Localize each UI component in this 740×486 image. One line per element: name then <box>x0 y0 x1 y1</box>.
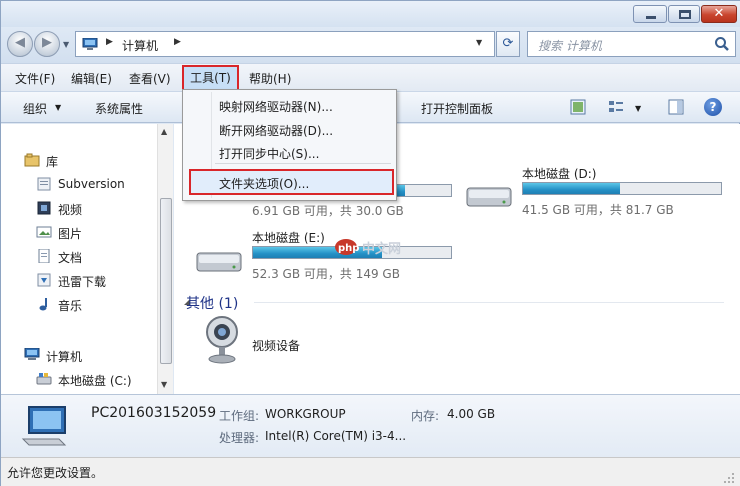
drive-label: 本地磁盘 (E:) <box>252 231 325 245</box>
address-bar[interactable]: ▶ 计算机 ▶ ▼ <box>75 31 495 57</box>
search-input[interactable]: 搜索 计算机 <box>527 31 736 57</box>
watermark: php 中文网 <box>334 236 426 261</box>
organize-button[interactable]: 组织 <box>23 100 47 117</box>
music-library-icon <box>39 298 47 311</box>
tools-dropdown-menu: 映射网络驱动器(N)... 断开网络驱动器(D)... 打开同步中心(S)...… <box>182 89 397 201</box>
memory-label: 内存: <box>411 409 440 423</box>
details-pane: PC201603152059 工作组: WORKGROUP 内存: 4.00 G… <box>1 394 740 457</box>
drive-usage-fill <box>523 183 621 194</box>
menu-separator <box>215 163 391 164</box>
drive-info: 6.91 GB 可用，共 30.0 GB <box>252 204 404 218</box>
help-icon[interactable]: ? <box>704 98 722 116</box>
menu-item-folder-options[interactable]: 文件夹选项(O)... <box>189 169 394 195</box>
webcam-icon[interactable] <box>202 314 242 366</box>
subversion-folder-icon <box>37 177 51 191</box>
breadcrumb-separator[interactable]: ▶ <box>174 37 181 47</box>
menu-item-folder-options-label: 文件夹选项(O)... <box>219 177 310 191</box>
forward-button[interactable]: ▶ <box>34 31 60 57</box>
computer-icon <box>21 406 67 446</box>
title-bar: ✕ <box>1 1 740 27</box>
menu-view[interactable]: 查看(V) <box>129 70 171 87</box>
address-dropdown[interactable]: ▼ <box>476 38 482 47</box>
workgroup-value: WORKGROUP <box>265 407 346 421</box>
nav-computer[interactable]: 计算机 <box>46 348 82 365</box>
scroll-down-icon[interactable]: ▼ <box>161 380 167 389</box>
views-dropdown-icon[interactable]: ▼ <box>635 104 641 113</box>
group-header-other[interactable]: 其他 (1) <box>186 293 238 313</box>
workgroup-label: 工作组: <box>219 409 260 423</box>
close-button[interactable]: ✕ <box>701 5 737 23</box>
preview-pane-icon[interactable] <box>667 98 685 116</box>
open-control-panel-button[interactable]: 打开控制面板 <box>421 100 493 117</box>
memory-value: 4.00 GB <box>447 407 496 421</box>
pictures-library-icon <box>36 226 52 238</box>
menu-help[interactable]: 帮助(H) <box>249 70 291 87</box>
documents-library-icon <box>38 249 50 263</box>
drive-info: 52.3 GB 可用，共 149 GB <box>252 267 400 281</box>
menu-item-map-network-drive[interactable]: 映射网络驱动器(N)... <box>219 98 333 115</box>
computer-icon <box>24 348 40 360</box>
back-arrow-icon: ◀ <box>15 35 25 50</box>
minimize-icon <box>646 16 656 19</box>
explorer-window: ✕ ◀ ▶ ▼ ▶ 计算机 ▶ ▼ ⟳ 搜索 计算机 文件(F) 编辑(E) 查… <box>0 0 740 486</box>
menu-edit[interactable]: 编辑(E) <box>71 70 112 87</box>
forward-arrow-icon: ▶ <box>42 35 52 50</box>
scroll-up-icon[interactable]: ▲ <box>161 127 167 136</box>
nav-scrollbar[interactable]: ▲ ▼ <box>157 124 173 394</box>
system-properties-button[interactable]: 系统属性 <box>95 100 143 117</box>
drive-label: 本地磁盘 (D:) <box>522 167 597 181</box>
back-button[interactable]: ◀ <box>7 31 33 57</box>
breadcrumb-computer[interactable]: 计算机 <box>122 37 158 54</box>
refresh-icon: ⟳ <box>502 36 514 51</box>
computer-icon <box>82 38 98 50</box>
menu-file[interactable]: 文件(F) <box>15 70 55 87</box>
maximize-button[interactable] <box>668 5 700 23</box>
nav-computer-item[interactable]: 本地磁盘 (C:) <box>58 372 132 389</box>
nav-library-item[interactable]: 音乐 <box>58 297 82 314</box>
status-bar: 允许您更改设置。 <box>1 457 740 486</box>
processor-label: 处理器: <box>219 431 260 445</box>
maximize-icon <box>679 10 691 19</box>
drive-usage-bar <box>522 182 722 195</box>
refresh-button[interactable]: ⟳ <box>496 31 520 57</box>
nav-library-item[interactable]: 迅雷下载 <box>58 273 106 290</box>
search-icon[interactable] <box>714 36 730 52</box>
menu-item-disconnect-network-drive[interactable]: 断开网络驱动器(D)... <box>219 122 333 139</box>
watermark-text: 中文网 <box>362 242 402 257</box>
recent-pages-dropdown[interactable]: ▼ <box>63 40 69 49</box>
downloads-library-icon <box>37 273 51 287</box>
processor-value: Intel(R) Core(TM) i3-4... <box>265 429 407 443</box>
close-icon: ✕ <box>713 6 725 21</box>
video-library-icon <box>37 201 51 215</box>
menu-item-open-sync-center[interactable]: 打开同步中心(S)... <box>219 145 319 162</box>
libraries-icon <box>24 153 40 167</box>
pane-layout-icon[interactable] <box>569 98 587 116</box>
change-view-icon[interactable] <box>607 98 625 116</box>
breadcrumb-separator[interactable]: ▶ <box>106 37 113 47</box>
video-device-label[interactable]: 视频设备 <box>252 337 300 354</box>
scroll-thumb[interactable] <box>160 198 172 364</box>
chevron-down-icon: ▼ <box>55 103 62 112</box>
drive-info: 41.5 GB 可用，共 81.7 GB <box>522 203 674 217</box>
status-text: 允许您更改设置。 <box>7 466 104 480</box>
navigation-row: ◀ ▶ ▼ ▶ 计算机 ▶ ▼ ⟳ 搜索 计算机 <box>1 27 740 63</box>
nav-library-item[interactable]: 图片 <box>58 225 82 242</box>
navigation-pane: 库 Subversion 视频 图片 文档 迅雷下载 音乐 计算机 本地磁盘 (… <box>1 124 173 394</box>
menu-bar: 文件(F) 编辑(E) 查看(V) 工具(T) 帮助(H) <box>1 63 740 91</box>
nav-library-item[interactable]: 文档 <box>58 249 82 266</box>
search-placeholder: 搜索 计算机 <box>538 39 602 53</box>
nav-library-item[interactable]: 视频 <box>58 201 82 218</box>
resize-grip-icon[interactable] <box>723 472 735 484</box>
group-divider <box>254 302 724 303</box>
computer-name: PC201603152059 <box>91 405 217 421</box>
nav-libraries[interactable]: 库 <box>46 153 58 170</box>
menu-tools[interactable]: 工具(T) <box>182 65 239 91</box>
minimize-button[interactable] <box>633 5 667 23</box>
hard-drive-icon <box>196 252 242 272</box>
hard-drive-icon <box>466 187 512 207</box>
svg-text:php: php <box>338 243 359 254</box>
nav-library-item[interactable]: Subversion <box>58 177 125 191</box>
local-disk-icon <box>36 373 52 385</box>
